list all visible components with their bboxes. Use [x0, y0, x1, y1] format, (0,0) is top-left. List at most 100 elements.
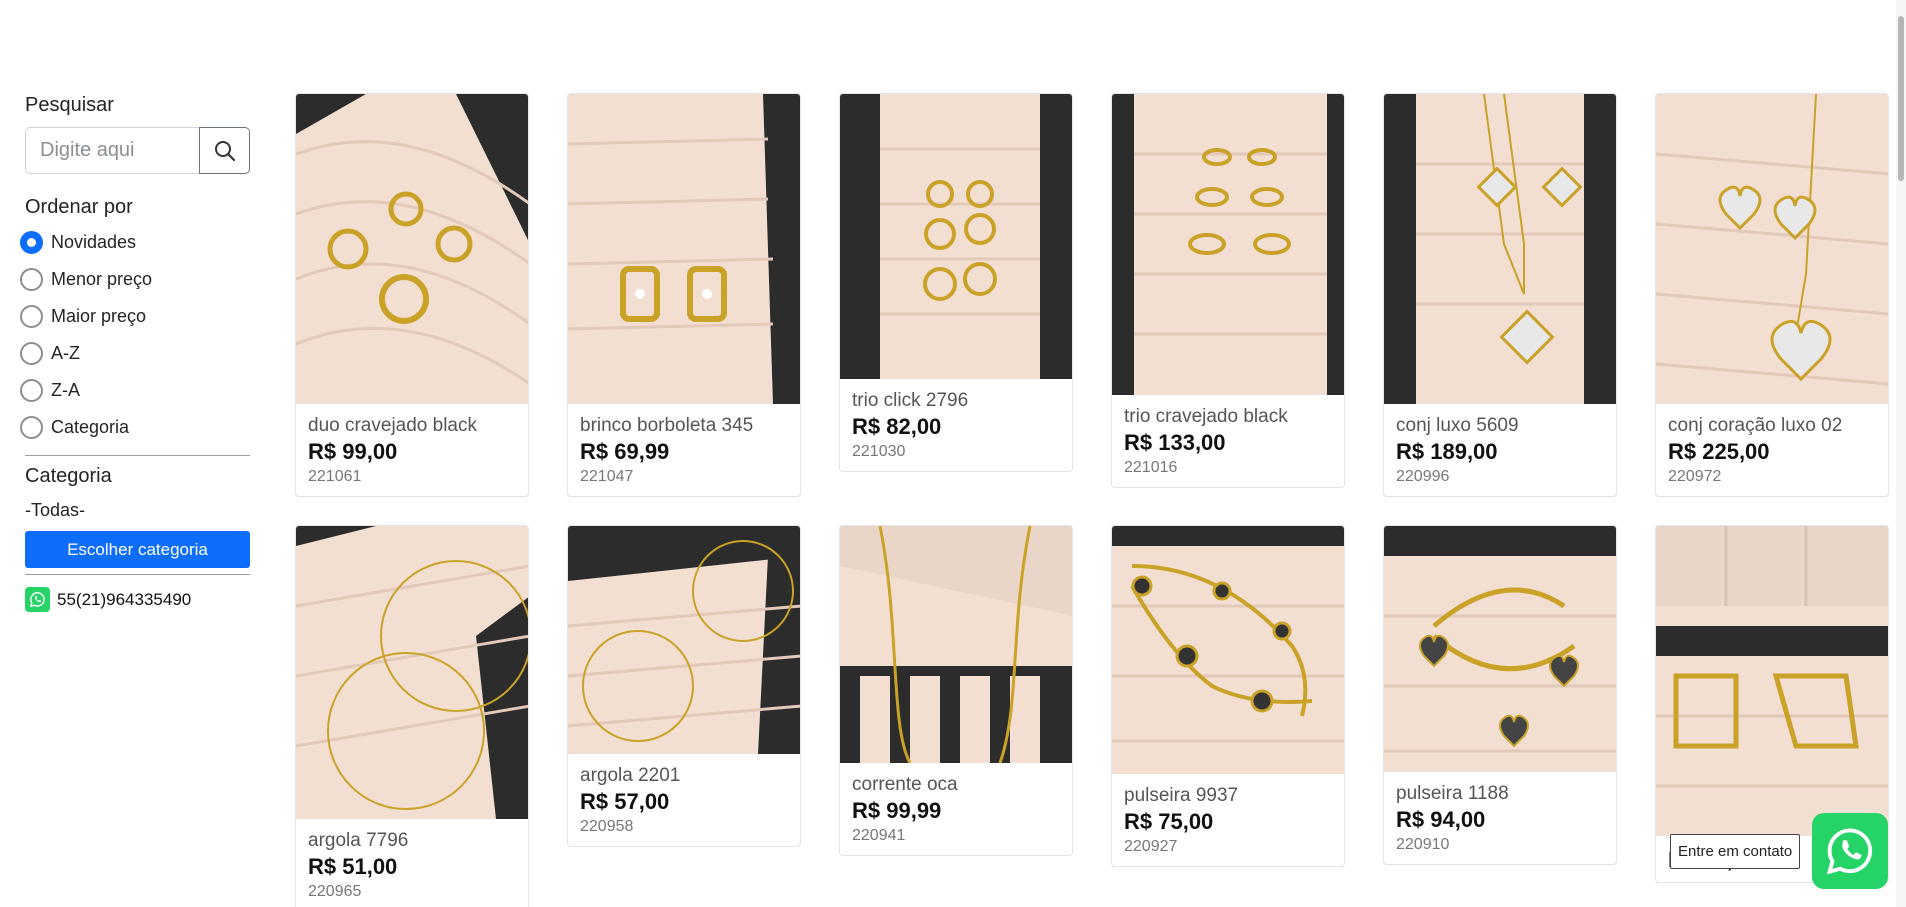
product-image[interactable] — [296, 94, 528, 404]
sort-option-label: Menor preço — [51, 268, 153, 289]
product-image[interactable] — [1656, 94, 1888, 404]
product-card[interactable]: conj luxo 5609 R$ 189,00 220996 — [1383, 93, 1617, 497]
product-price: R$ 94,00 — [1396, 807, 1486, 832]
product-info: pulseira 9937 R$ 75,00 220927 — [1112, 774, 1344, 866]
product-name: trio click 2796 — [852, 390, 969, 411]
whatsapp-float-button[interactable] — [1812, 813, 1888, 889]
sort-option-categoria[interactable]: Categoria — [20, 414, 129, 440]
product-code: 220965 — [308, 883, 362, 900]
product-price: R$ 225,00 — [1668, 439, 1770, 464]
sort-option-novidades[interactable]: Novidades — [20, 229, 136, 255]
sort-option-maior-preco[interactable]: Maior preço — [20, 303, 146, 329]
search-icon — [214, 140, 235, 161]
product-price: R$ 99,99 — [852, 798, 942, 823]
product-image[interactable] — [1656, 526, 1888, 836]
product-card[interactable]: conj coração luxo 02 R$ 225,00 220972 — [1655, 93, 1889, 497]
product-name: conj coração luxo 02 — [1668, 415, 1843, 436]
product-image[interactable] — [1112, 94, 1344, 395]
radio-button[interactable] — [20, 415, 43, 439]
product-code: 221061 — [308, 468, 362, 485]
product-card[interactable]: brinco borboleta 345 R$ 69,99 221047 — [567, 93, 801, 497]
page-scrollbar[interactable] — [1896, 0, 1906, 907]
product-price: R$ 99,00 — [308, 439, 398, 464]
product-price: R$ 57,00 — [580, 789, 670, 814]
whatsapp-icon — [1826, 828, 1873, 875]
product-card[interactable]: pulseira 1188 R$ 94,00 220910 — [1383, 525, 1617, 865]
product-name: brinco borboleta 345 — [580, 415, 754, 436]
category-value: -Todas- — [25, 500, 86, 520]
product-info: trio cravejado black R$ 133,00 221016 — [1112, 395, 1344, 487]
product-info: trio click 2796 R$ 82,00 221030 — [840, 379, 1072, 471]
product-code: 220910 — [1396, 836, 1450, 853]
product-card[interactable]: argola 2201 R$ 57,00 220958 — [567, 525, 801, 847]
product-image[interactable] — [568, 526, 800, 754]
product-image[interactable] — [1384, 526, 1616, 772]
search-bar — [25, 127, 250, 174]
radio-button[interactable] — [20, 230, 43, 254]
sort-label: Ordenar por — [25, 196, 133, 218]
sort-option-label: Maior preço — [51, 305, 147, 326]
scrollbar-thumb[interactable] — [1898, 16, 1904, 181]
product-code: 220941 — [852, 827, 906, 844]
product-card[interactable]: trio click 2796 R$ 82,00 221030 — [839, 93, 1073, 472]
sort-option-label: Z-A — [51, 379, 80, 400]
product-info: conj luxo 5609 R$ 189,00 220996 — [1384, 404, 1616, 496]
sort-option-label: Novidades — [51, 231, 137, 252]
product-price: R$ 75,00 — [1124, 809, 1214, 834]
product-code: 221030 — [852, 443, 906, 460]
product-price: R$ 51,00 — [308, 854, 398, 879]
product-info: duo cravejado black R$ 99,00 221061 — [296, 404, 528, 496]
search-button[interactable] — [199, 127, 250, 174]
product-name: trio cravejado black — [1124, 406, 1288, 427]
product-card[interactable]: corrente oca R$ 99,99 220941 — [839, 525, 1073, 856]
product-card[interactable]: trio cravejado black R$ 133,00 221016 — [1111, 93, 1345, 488]
product-image[interactable] — [296, 526, 528, 819]
phone-number: 55(21)964335490 — [57, 589, 192, 609]
sort-option-label: Categoria — [51, 416, 130, 437]
product-info: argola 7796 R$ 51,00 220965 — [296, 819, 528, 907]
product-info: pulseira 1188 R$ 94,00 220910 — [1384, 772, 1616, 864]
product-name: pulseira 9937 — [1124, 785, 1239, 806]
product-info: argola 2201 R$ 57,00 220958 — [568, 754, 800, 846]
choose-category-button[interactable]: Escolher categoria — [25, 531, 250, 568]
product-image[interactable] — [840, 94, 1072, 379]
product-info: corrente oca R$ 99,99 220941 — [840, 763, 1072, 855]
product-name: duo cravejado black — [308, 415, 477, 436]
product-name: argola 2201 — [580, 765, 681, 786]
product-image[interactable] — [568, 94, 800, 404]
radio-button[interactable] — [20, 267, 43, 291]
product-price: R$ 69,99 — [580, 439, 670, 464]
product-image[interactable] — [840, 526, 1072, 763]
sort-option-a-z[interactable]: A-Z — [20, 340, 80, 366]
contact-tooltip: Entre em contato — [1670, 834, 1801, 869]
product-card[interactable]: pulseira 9937 R$ 75,00 220927 — [1111, 525, 1345, 867]
product-price: R$ 189,00 — [1396, 439, 1498, 464]
search-input[interactable] — [25, 127, 199, 174]
product-name: corrente oca — [852, 774, 958, 795]
radio-button[interactable] — [20, 378, 43, 402]
product-code: 220996 — [1396, 468, 1450, 485]
whatsapp-contact[interactable]: 55(21)964335490 — [25, 587, 191, 612]
category-label: Categoria — [25, 465, 112, 487]
product-code: 220958 — [580, 818, 634, 835]
sort-option-label: A-Z — [51, 342, 80, 363]
sort-option-z-a[interactable]: Z-A — [20, 377, 80, 403]
product-info: conj coração luxo 02 R$ 225,00 220972 — [1656, 404, 1888, 496]
product-code: 220927 — [1124, 838, 1178, 855]
product-price: R$ 82,00 — [852, 414, 942, 439]
radio-button[interactable] — [20, 304, 43, 328]
product-code: 220972 — [1668, 468, 1722, 485]
product-name: pulseira 1188 — [1396, 783, 1509, 804]
product-image[interactable] — [1384, 94, 1616, 404]
divider — [25, 455, 250, 456]
product-image[interactable] — [1112, 526, 1344, 774]
whatsapp-icon — [25, 587, 50, 612]
product-card[interactable]: argola 7796 R$ 51,00 220965 — [295, 525, 529, 907]
divider — [25, 574, 250, 575]
product-code: 221016 — [1124, 459, 1178, 476]
search-label: Pesquisar — [25, 94, 114, 116]
product-card[interactable]: duo cravejado black R$ 99,00 221061 — [295, 93, 529, 497]
product-name: conj luxo 5609 — [1396, 415, 1519, 436]
sort-option-menor-preco[interactable]: Menor preço — [20, 266, 152, 292]
radio-button[interactable] — [20, 341, 43, 365]
